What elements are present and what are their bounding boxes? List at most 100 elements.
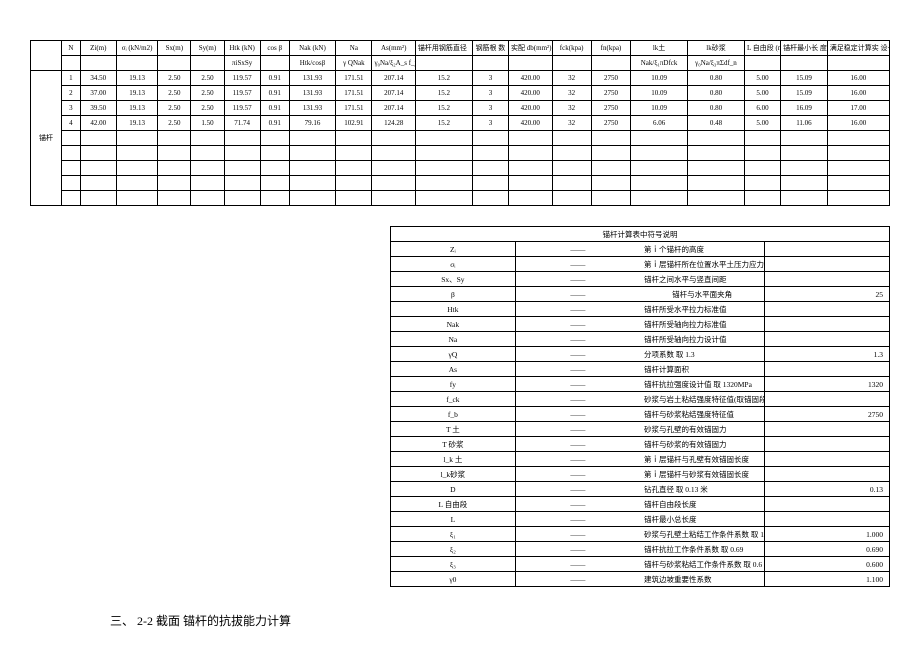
legend-row: T 砂浆——锚杆与砂浆的有效锚固力 xyxy=(391,437,890,452)
legend-desc: 锚杆与砂浆的有效锚固力 xyxy=(640,437,765,452)
legend-value xyxy=(765,272,890,287)
legend-symbol: l_k 土 xyxy=(391,452,516,467)
legend-symbol: f_b xyxy=(391,407,516,422)
hdr-db: 实配 db(mm²) xyxy=(509,41,552,56)
legend-row: l_k砂浆——第ｉ层锚杆与砂浆有效锚固长度 xyxy=(391,467,890,482)
hdr-fn: fn(kpa) xyxy=(591,41,630,56)
legend-row: f_b——锚杆与砂浆粘结强度特征值2750 xyxy=(391,407,890,422)
legend-desc: 砂浆与孔壁土粘结工作条件系数 取 1.000 xyxy=(640,527,765,542)
legend-value xyxy=(765,437,890,452)
legend-row: fy——锚杆抗拉强度设计值 取 1320MPa1320 xyxy=(391,377,890,392)
legend-symbol: β xyxy=(391,287,516,302)
legend-desc: 锚杆之间水平与竖直间距 xyxy=(640,272,765,287)
legend-value xyxy=(765,467,890,482)
legend-row: β——锚杆与水平面夹角25 xyxy=(391,287,890,302)
legend-value xyxy=(765,422,890,437)
legend-value: 1320 xyxy=(765,377,890,392)
legend-row: ξ₃——锚杆与砂浆粘结工作条件系数 取 0.60.600 xyxy=(391,557,890,572)
legend-value xyxy=(765,332,890,347)
hdr-lmin: 锚杆最小长 度 L(m) xyxy=(781,41,828,56)
legend-desc: 锚杆最小总长度 xyxy=(640,512,765,527)
hdr-count: 钢筋根 数 xyxy=(472,41,508,56)
legend-row: Na——锚杆所受轴向拉力设计值 xyxy=(391,332,890,347)
legend-desc: 砂浆与岩土粘结强度特征值(取锚固段各土层加权平均值) xyxy=(640,392,765,407)
section-heading: 三、 2-2 截面 锚杆的抗拔能力计算 xyxy=(110,612,890,629)
legend-symbol: Htk xyxy=(391,302,516,317)
table-row-blank xyxy=(31,146,890,161)
hdr-lk1: lk土 xyxy=(631,41,688,56)
legend-desc: 分项系数 取 1.3 xyxy=(640,347,765,362)
legend-symbol: f_ck xyxy=(391,392,516,407)
legend-symbol: σᵢ xyxy=(391,257,516,272)
legend-row: L——锚杆最小总长度 xyxy=(391,512,890,527)
hdr-n: N xyxy=(62,41,81,56)
legend-value: 1.000 xyxy=(765,527,890,542)
table-row-blank xyxy=(31,161,890,176)
legend-symbol: L xyxy=(391,512,516,527)
legend-row: Zᵢ——第ｉ个锚杆的高度 xyxy=(391,242,890,257)
hdr-lset: 满足稳定计算实 设长度(m) xyxy=(827,41,889,56)
header-row-1: N Zi(m) σᵢ (kN/m2) Sx(m) Sy(m) Htk (kN) … xyxy=(31,41,890,56)
table-row-blank xyxy=(31,131,890,146)
hdr-htk: Htk (kN) xyxy=(224,41,260,56)
legend-row: f_ck——砂浆与岩土粘结强度特征值(取锚固段各土层加权平均值) xyxy=(391,392,890,407)
legend-value xyxy=(765,317,890,332)
legend-value: 25 xyxy=(765,287,890,302)
table-row: 237.0019.132.502.50119.570.91131.93171.5… xyxy=(31,86,890,101)
legend-desc: 锚杆所受轴向拉力标准值 xyxy=(640,317,765,332)
legend-desc: 锚杆抗拉强度设计值 取 1320MPa xyxy=(640,377,765,392)
legend-desc: 锚杆与砂浆粘结强度特征值 xyxy=(640,407,765,422)
hdr-sy: Sy(m) xyxy=(191,41,224,56)
hdr-dia: 锚杆用钢筋直径 （mm） xyxy=(415,41,472,56)
legend-value xyxy=(765,512,890,527)
hdr-lfree: L 自由段 (m) xyxy=(744,41,780,56)
legend-row: Htk——锚杆所受水平拉力标准值 xyxy=(391,302,890,317)
legend-row: Sx、Sy——锚杆之间水平与竖直间距 xyxy=(391,272,890,287)
legend-symbol: As xyxy=(391,362,516,377)
legend-desc: 砂浆与孔壁的有效锚固力 xyxy=(640,422,765,437)
legend-row: σᵢ——第ｉ层锚杆所在位置水平土压力应力 xyxy=(391,257,890,272)
legend-table: 锚杆计算表中符号说明 Zᵢ——第ｉ个锚杆的高度σᵢ——第ｉ层锚杆所在位置水平土压… xyxy=(390,226,890,587)
anchor-calc-table: N Zi(m) σᵢ (kN/m2) Sx(m) Sy(m) Htk (kN) … xyxy=(30,40,890,206)
hdr-na: Na xyxy=(336,41,372,56)
legend-symbol: l_k砂浆 xyxy=(391,467,516,482)
table-row-blank xyxy=(31,176,890,191)
legend-desc: 建筑边坡重要性系数 xyxy=(640,572,765,587)
legend-symbol: γ0 xyxy=(391,572,516,587)
legend-desc: 第ｉ个锚杆的高度 xyxy=(640,242,765,257)
legend-symbol: Zᵢ xyxy=(391,242,516,257)
legend-row: γQ——分项系数 取 1.31.3 xyxy=(391,347,890,362)
table-row: 锚杆134.5019.132.502.50119.570.91131.93171… xyxy=(31,71,890,86)
legend-desc: 锚杆所受水平拉力标准值 xyxy=(640,302,765,317)
legend-symbol: T 砂浆 xyxy=(391,437,516,452)
legend-symbol: D xyxy=(391,482,516,497)
legend-value: 1.3 xyxy=(765,347,890,362)
legend-symbol: ξ₂ xyxy=(391,542,516,557)
header-row-2: πiSxSy Htk/cosβ γ QNak γ₀Na/ξ₂A_s f_y Na… xyxy=(31,56,890,71)
legend-value: 0.600 xyxy=(765,557,890,572)
legend-symbol: Sx、Sy xyxy=(391,272,516,287)
legend-symbol: L 自由段 xyxy=(391,497,516,512)
legend-row: L 自由段——锚杆自由段长度 xyxy=(391,497,890,512)
legend-desc: 第ｉ层锚杆与孔壁有效锚固长度 xyxy=(640,452,765,467)
legend-row: D——钻孔直径 取 0.13 米0.13 xyxy=(391,482,890,497)
legend-symbol: fy xyxy=(391,377,516,392)
legend-desc: 锚杆所受轴向拉力设计值 xyxy=(640,332,765,347)
legend-value xyxy=(765,257,890,272)
hdr-cosb: cos β xyxy=(260,41,289,56)
legend-value xyxy=(765,362,890,377)
legend-desc: 锚杆与水平面夹角 xyxy=(640,287,765,302)
legend-desc: 锚杆与砂浆粘结工作条件系数 取 0.6 xyxy=(640,557,765,572)
legend-value xyxy=(765,452,890,467)
legend-value: 0.13 xyxy=(765,482,890,497)
table-row: 339.5019.132.502.50119.570.91131.93171.5… xyxy=(31,101,890,116)
legend-value xyxy=(765,242,890,257)
legend-row: ξ₁——砂浆与孔壁土粘结工作条件系数 取 1.0001.000 xyxy=(391,527,890,542)
legend-desc: 锚杆计算面积 xyxy=(640,362,765,377)
legend-value: 2750 xyxy=(765,407,890,422)
hdr-fck: fck(kpa) xyxy=(552,41,591,56)
legend-row: Nak——锚杆所受轴向拉力标准值 xyxy=(391,317,890,332)
legend-value: 1.100 xyxy=(765,572,890,587)
hdr-nak: Nak (kN) xyxy=(289,41,336,56)
row-group-label: 锚杆 xyxy=(31,71,62,206)
